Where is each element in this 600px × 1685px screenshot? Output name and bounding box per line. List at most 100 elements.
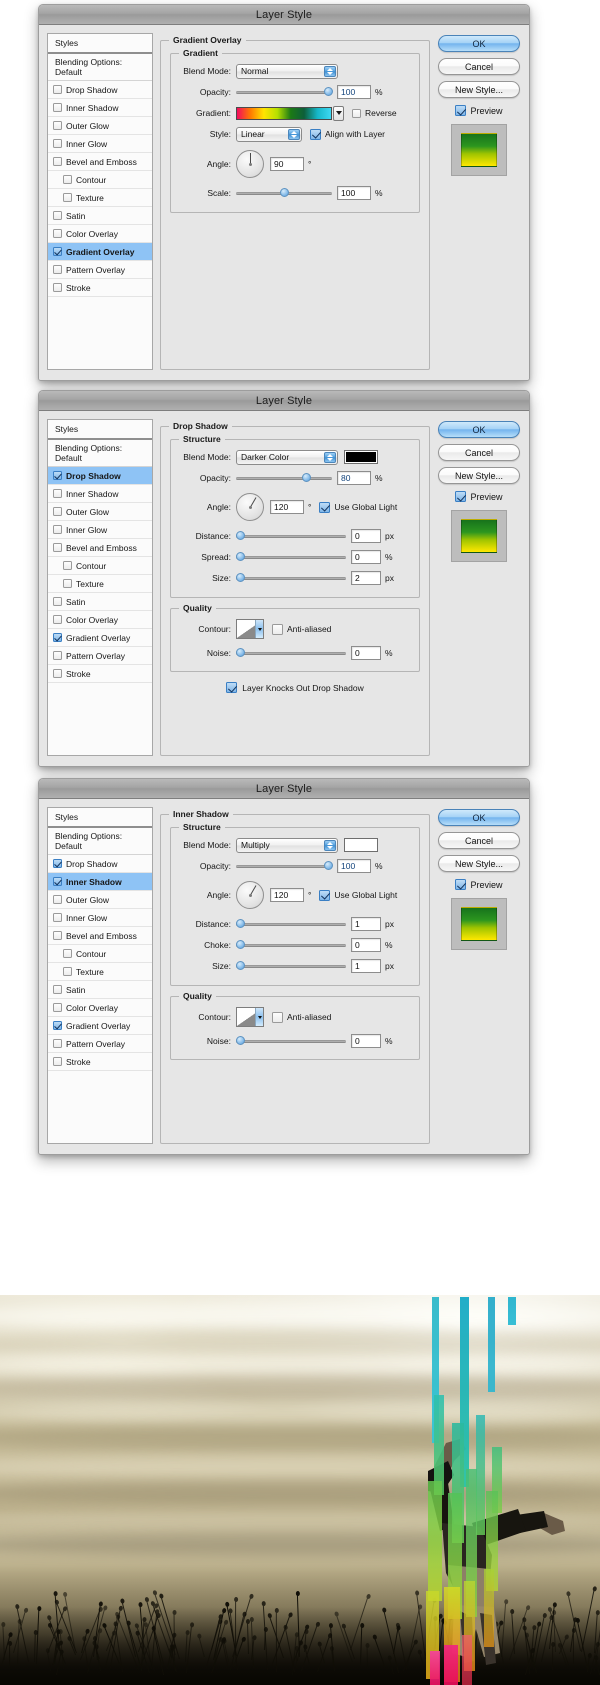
anti-aliased-row[interactable]: Anti-aliased	[272, 1011, 331, 1023]
style-item-color-overlay[interactable]: Color Overlay	[48, 999, 152, 1017]
slider-knob[interactable]	[280, 188, 289, 197]
use-global-light-row[interactable]: Use Global Light	[319, 889, 397, 901]
new-style-button[interactable]: New Style...	[438, 467, 520, 484]
style-item-checkbox[interactable]	[53, 633, 62, 642]
style-item-checkbox[interactable]	[53, 265, 62, 274]
blend-mode-select[interactable]: Multiply	[236, 837, 338, 853]
layer-style-dialog-drop-shadow[interactable]: Layer Style Styles Blending Options: Def…	[38, 390, 530, 767]
anti-aliased-checkbox[interactable]	[272, 1011, 283, 1023]
layer-style-dialog-gradient-overlay[interactable]: Layer Style Styles Blending Options: Def…	[38, 4, 530, 381]
opacity-input[interactable]: 80	[337, 471, 371, 485]
contour-dropdown-icon[interactable]	[255, 1008, 263, 1026]
style-item-checkbox[interactable]	[53, 247, 62, 256]
style-item-checkbox[interactable]	[63, 967, 72, 976]
style-item-checkbox[interactable]	[53, 669, 62, 678]
gradient-style-select[interactable]: Linear	[236, 126, 302, 142]
style-item-checkbox[interactable]	[63, 175, 72, 184]
style-item-pattern-overlay[interactable]: Pattern Overlay	[48, 1035, 152, 1053]
noise-slider[interactable]	[236, 647, 346, 659]
preview-checkbox[interactable]	[455, 105, 467, 116]
slider-knob[interactable]	[236, 531, 245, 540]
style-item-checkbox[interactable]	[63, 579, 72, 588]
style-item-inner-glow[interactable]: Inner Glow	[48, 521, 152, 539]
angle-dial[interactable]	[236, 150, 264, 178]
opacity-input[interactable]: 100	[337, 85, 371, 99]
opacity-slider[interactable]	[236, 86, 333, 98]
chevron-updown-icon[interactable]	[324, 65, 336, 77]
style-item-checkbox[interactable]	[53, 157, 62, 166]
distance-slider[interactable]	[236, 530, 346, 542]
layer-knocks-out-checkbox[interactable]	[226, 682, 238, 693]
style-item-inner-shadow[interactable]: Inner Shadow	[48, 485, 152, 503]
style-item-texture[interactable]: Texture	[48, 963, 152, 981]
choke-input[interactable]: 0	[351, 938, 381, 952]
slider-knob[interactable]	[236, 552, 245, 561]
opacity-input[interactable]: 100	[337, 859, 371, 873]
style-item-gradient-overlay[interactable]: Gradient Overlay	[48, 629, 152, 647]
distance-input[interactable]: 0	[351, 529, 381, 543]
style-item-checkbox[interactable]	[53, 877, 62, 886]
style-item-satin[interactable]: Satin	[48, 593, 152, 611]
blending-options-row[interactable]: Blending Options: Default	[48, 54, 152, 81]
preview-checkbox[interactable]	[455, 879, 467, 890]
style-item-inner-shadow[interactable]: Inner Shadow	[48, 99, 152, 117]
style-item-stroke[interactable]: Stroke	[48, 1053, 152, 1071]
angle-input[interactable]: 90	[270, 157, 304, 171]
style-item-outer-glow[interactable]: Outer Glow	[48, 891, 152, 909]
styles-list-header[interactable]: Styles	[48, 808, 152, 828]
style-item-contour[interactable]: Contour	[48, 945, 152, 963]
cancel-button[interactable]: Cancel	[438, 832, 520, 849]
slider-knob[interactable]	[302, 473, 311, 482]
anti-aliased-row[interactable]: Anti-aliased	[272, 623, 331, 635]
style-item-gradient-overlay[interactable]: Gradient Overlay	[48, 1017, 152, 1035]
style-item-checkbox[interactable]	[53, 859, 62, 868]
layer-style-dialog-inner-shadow[interactable]: Layer Style Styles Blending Options: Def…	[38, 778, 530, 1155]
style-item-satin[interactable]: Satin	[48, 207, 152, 225]
preview-checkbox-row[interactable]: Preview	[455, 105, 503, 116]
contour-preset-picker[interactable]	[236, 1007, 264, 1027]
ok-button[interactable]: OK	[438, 35, 520, 52]
angle-input[interactable]: 120	[270, 500, 304, 514]
slider-knob[interactable]	[324, 861, 333, 870]
use-global-light-checkbox[interactable]	[319, 501, 331, 513]
style-item-checkbox[interactable]	[53, 1003, 62, 1012]
angle-dial[interactable]	[236, 881, 264, 909]
style-item-checkbox[interactable]	[53, 471, 62, 480]
style-item-checkbox[interactable]	[63, 193, 72, 202]
style-item-drop-shadow[interactable]: Drop Shadow	[48, 81, 152, 99]
style-item-checkbox[interactable]	[53, 985, 62, 994]
style-item-checkbox[interactable]	[53, 543, 62, 552]
style-item-drop-shadow[interactable]: Drop Shadow	[48, 855, 152, 873]
cancel-button[interactable]: Cancel	[438, 444, 520, 461]
cancel-button[interactable]: Cancel	[438, 58, 520, 75]
style-item-checkbox[interactable]	[53, 211, 62, 220]
align-with-layer-row[interactable]: Align with Layer	[310, 128, 385, 140]
distance-input[interactable]: 1	[351, 917, 381, 931]
style-item-checkbox[interactable]	[53, 1021, 62, 1030]
blend-mode-select[interactable]: Darker Color	[236, 449, 338, 465]
style-item-outer-glow[interactable]: Outer Glow	[48, 503, 152, 521]
noise-input[interactable]: 0	[351, 646, 381, 660]
angle-dial[interactable]	[236, 493, 264, 521]
chevron-updown-icon[interactable]	[288, 128, 300, 140]
style-item-contour[interactable]: Contour	[48, 557, 152, 575]
gradient-preview-strip[interactable]	[236, 106, 332, 120]
style-item-checkbox[interactable]	[53, 1057, 62, 1066]
ok-button[interactable]: OK	[438, 421, 520, 438]
choke-slider[interactable]	[236, 939, 346, 951]
style-item-pattern-overlay[interactable]: Pattern Overlay	[48, 647, 152, 665]
chevron-updown-icon[interactable]	[324, 839, 336, 851]
style-item-checkbox[interactable]	[53, 103, 62, 112]
blending-options-row[interactable]: Blending Options: Default	[48, 440, 152, 467]
style-item-texture[interactable]: Texture	[48, 575, 152, 593]
slider-knob[interactable]	[236, 940, 245, 949]
style-item-texture[interactable]: Texture	[48, 189, 152, 207]
noise-slider[interactable]	[236, 1035, 346, 1047]
blend-mode-select[interactable]: Normal	[236, 63, 338, 79]
style-item-checkbox[interactable]	[53, 139, 62, 148]
styles-list[interactable]: Styles Blending Options: Default Drop Sh…	[47, 419, 153, 756]
style-item-checkbox[interactable]	[53, 1039, 62, 1048]
use-global-light-row[interactable]: Use Global Light	[319, 501, 397, 513]
style-item-color-overlay[interactable]: Color Overlay	[48, 611, 152, 629]
opacity-slider[interactable]	[236, 860, 333, 872]
